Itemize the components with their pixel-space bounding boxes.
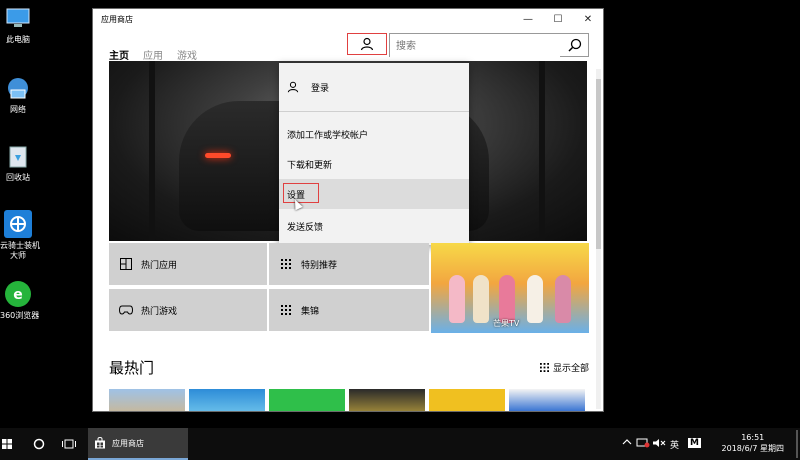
tile-label: 热门应用 xyxy=(141,260,178,271)
desktop-icon-label: 网络 xyxy=(10,105,26,114)
menu-item-label: 添加工作或学校帐户 xyxy=(287,130,369,141)
show-all-link[interactable]: 显示全部 xyxy=(539,361,589,374)
desktop-icon-label-line2: 大师 xyxy=(10,251,26,260)
desktop-icon-label: 360浏览器 xyxy=(0,311,40,320)
scrollbar-thumb[interactable] xyxy=(596,79,601,249)
store-window: 应用商店 — ☐ ✕ 主页 应用 游戏 登录 添加工作或学校帐户 下载和更新 xyxy=(92,8,604,412)
svg-text:e: e xyxy=(13,287,23,303)
section-title: 最热门 xyxy=(109,359,155,377)
maximize-button[interactable]: ☐ xyxy=(543,9,573,29)
user-icon xyxy=(360,37,374,51)
yunqishi-icon xyxy=(4,210,32,238)
clock[interactable]: 16:51 2018/6/7 星期四 xyxy=(722,432,784,454)
menu-item-add-account[interactable]: 添加工作或学校帐户 xyxy=(279,119,469,149)
app-thumbnail[interactable] xyxy=(189,389,265,411)
tile-top-games[interactable]: 热门游戏 xyxy=(109,289,267,331)
tile-label: 集锦 xyxy=(301,306,320,317)
promo-figure xyxy=(499,275,515,323)
taskbar: 应用商店 英 M 16:51 2018/6/7 星期四 xyxy=(0,428,800,460)
promo-label: 芒果TV xyxy=(493,319,520,328)
apps-grid-icon xyxy=(119,257,133,271)
menu-item-downloads[interactable]: 下载和更新 xyxy=(279,149,469,179)
promo-figure xyxy=(473,275,489,323)
show-all-label: 显示全部 xyxy=(552,364,589,374)
promo-figure xyxy=(527,275,543,323)
search-icon[interactable] xyxy=(568,38,582,52)
tray-chevron-up-icon[interactable] xyxy=(622,438,632,449)
taskbar-app-label: 应用商店 xyxy=(112,438,144,448)
tunnel-pillar xyxy=(539,61,545,241)
settings-highlight-box xyxy=(283,183,319,203)
app-thumbnail[interactable] xyxy=(109,389,185,411)
tab-home[interactable]: 主页 xyxy=(109,47,129,62)
tunnel-pillar xyxy=(149,61,155,241)
promo-figure xyxy=(449,275,465,323)
close-button[interactable]: ✕ xyxy=(573,9,603,29)
desktop-icon-360-browser[interactable]: e 360浏览器 xyxy=(0,280,40,321)
volume-muted-icon[interactable] xyxy=(652,438,666,451)
recycle-bin-icon xyxy=(4,142,32,170)
menu-item-label: 下载和更新 xyxy=(287,160,333,171)
gamepad-icon xyxy=(119,303,133,317)
dots-grid-icon xyxy=(279,257,293,271)
tile-label: 热门游戏 xyxy=(141,306,178,317)
tile-featured[interactable]: 特别推荐 xyxy=(269,243,429,285)
desktop-icon-label: 云骑士装机 xyxy=(0,241,40,250)
title-bar[interactable]: 应用商店 — ☐ ✕ xyxy=(93,9,603,29)
app-thumbnail[interactable] xyxy=(349,389,425,411)
store-bag-icon xyxy=(95,437,105,449)
app-thumbnail[interactable] xyxy=(269,389,345,411)
user-icon xyxy=(287,81,299,93)
dots-grid-icon xyxy=(279,303,293,317)
account-menu: 登录 添加工作或学校帐户 下载和更新 设置 发送反馈 xyxy=(279,63,469,245)
task-view-icon xyxy=(62,439,76,449)
clock-time: 16:51 xyxy=(741,433,765,442)
taskbar-app-store[interactable]: 应用商店 xyxy=(88,428,188,460)
desktop-icon-label: 回收站 xyxy=(6,173,30,182)
tile-label: 特别推荐 xyxy=(301,260,338,271)
menu-divider xyxy=(279,111,469,112)
menu-item-sign-in[interactable]: 登录 xyxy=(279,69,469,105)
input-method-indicator[interactable]: 英 xyxy=(670,438,679,451)
network-icon xyxy=(4,74,32,102)
menu-item-label: 登录 xyxy=(311,83,330,94)
ime-mode-indicator[interactable]: M xyxy=(688,438,701,448)
cortana-button[interactable] xyxy=(28,428,50,460)
desktop-icon-yunqishi[interactable]: 云骑士装机 大师 xyxy=(0,210,40,261)
promo-figure xyxy=(555,275,571,323)
search-input[interactable] xyxy=(390,35,560,58)
app-thumbnail[interactable] xyxy=(509,389,585,411)
cortana-circle-icon xyxy=(33,438,45,450)
windows-logo-icon xyxy=(2,439,12,449)
start-button[interactable] xyxy=(0,428,14,460)
tile-collections[interactable]: 集锦 xyxy=(269,289,429,331)
tab-games[interactable]: 游戏 xyxy=(177,47,197,62)
tab-apps[interactable]: 应用 xyxy=(143,47,163,62)
app-thumbnail[interactable] xyxy=(429,389,505,411)
network-status-icon[interactable] xyxy=(636,438,650,451)
tile-top-apps[interactable]: 热门应用 xyxy=(109,243,267,285)
desktop-icon-network[interactable]: 网络 xyxy=(0,74,36,115)
desktop-icon-recycle-bin[interactable]: 回收站 xyxy=(0,142,36,183)
window-title: 应用商店 xyxy=(101,14,133,24)
computer-icon xyxy=(4,4,32,32)
desktop-icon-computer[interactable]: 此电脑 xyxy=(0,4,36,45)
desktop-icon-label: 此电脑 xyxy=(6,35,30,44)
menu-item-label: 发送反馈 xyxy=(287,222,324,233)
account-button[interactable] xyxy=(347,33,387,55)
car-taillight xyxy=(205,153,231,158)
360-browser-icon: e xyxy=(4,280,32,308)
menu-item-feedback[interactable]: 发送反馈 xyxy=(279,211,469,241)
show-desktop-button[interactable] xyxy=(796,430,798,458)
minimize-button[interactable]: — xyxy=(513,9,543,29)
search-box[interactable] xyxy=(389,33,589,58)
dots-grid-icon xyxy=(539,363,549,372)
clock-date: 2018/6/7 星期四 xyxy=(721,444,784,453)
task-view-button[interactable] xyxy=(58,428,80,460)
promo-mango-tv[interactable]: 芒果TV xyxy=(431,243,589,333)
